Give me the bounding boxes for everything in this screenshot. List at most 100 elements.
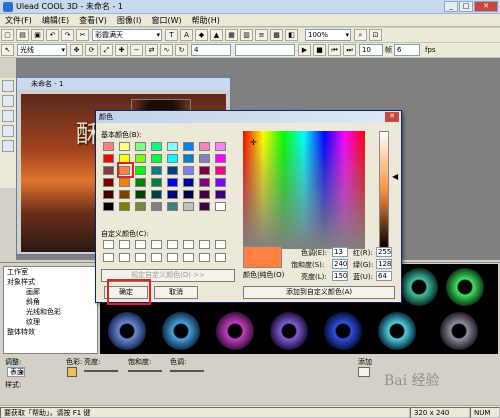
custom-color-swatch[interactable]: [119, 253, 130, 262]
basic-color-swatch[interactable]: [135, 142, 146, 151]
reverse-icon[interactable]: ⇄: [145, 44, 158, 56]
minimize-button[interactable]: _: [444, 1, 458, 12]
basic-color-swatch[interactable]: [151, 190, 162, 199]
blue-field[interactable]: 64: [376, 271, 392, 281]
basic-color-swatch[interactable]: [199, 190, 210, 199]
basic-color-swatch[interactable]: [135, 190, 146, 199]
frame-count-spin[interactable]: 10: [359, 44, 383, 56]
tree-item-studio[interactable]: 工作室: [4, 267, 97, 277]
basic-color-swatch[interactable]: [119, 190, 130, 199]
basic-color-swatch[interactable]: [103, 178, 114, 187]
new-icon[interactable]: ▢: [1, 29, 14, 41]
menu-view[interactable]: 查看(V): [74, 15, 112, 26]
cut-icon[interactable]: ✂: [76, 29, 89, 41]
basic-color-swatch[interactable]: [167, 202, 178, 211]
text-icon[interactable]: T: [165, 29, 178, 41]
basic-color-swatch[interactable]: [199, 178, 210, 187]
basic-color-swatch[interactable]: [135, 166, 146, 175]
luminance-arrow-icon[interactable]: ◀: [392, 172, 398, 181]
basic-color-swatch[interactable]: [167, 178, 178, 187]
custom-color-swatch[interactable]: [183, 253, 194, 262]
basic-color-swatch[interactable]: [215, 202, 226, 211]
select-icon[interactable]: ↖: [1, 44, 14, 56]
custom-color-swatch[interactable]: [199, 240, 210, 249]
saturation-slider[interactable]: [128, 370, 162, 372]
dialog-close-icon[interactable]: ✕: [385, 112, 399, 122]
basic-color-swatch[interactable]: [119, 142, 130, 151]
basic-color-swatch[interactable]: [151, 154, 162, 163]
basic-color-swatch[interactable]: [103, 190, 114, 199]
size-tool-icon[interactable]: [2, 125, 14, 137]
zoom-tool-icon[interactable]: ⌕: [354, 29, 367, 41]
align-icon[interactable]: ≡: [255, 29, 268, 41]
basic-color-swatch[interactable]: [151, 142, 162, 151]
object-icon[interactable]: ◆: [195, 29, 208, 41]
plugin-icon[interactable]: ◧: [285, 29, 298, 41]
light-tool-icon[interactable]: [2, 140, 14, 152]
redo-icon[interactable]: ↷: [61, 29, 74, 41]
add-custom-color-button[interactable]: 添加到自定义颜色(A): [243, 286, 395, 299]
custom-color-swatch[interactable]: [215, 240, 226, 249]
menu-file[interactable]: 文件(F): [0, 15, 37, 26]
custom-color-swatch[interactable]: [167, 253, 178, 262]
tree-item-texture[interactable]: 纹理: [4, 317, 97, 327]
menu-help[interactable]: 帮助(H): [187, 15, 225, 26]
tree-item-object-style[interactable]: 对象样式: [4, 277, 97, 287]
gallery-thumb-8[interactable]: [446, 268, 484, 306]
tree-item-global-effects[interactable]: 整体特效: [4, 327, 97, 337]
zoom-combo[interactable]: 100%: [305, 29, 351, 41]
basic-color-swatch[interactable]: [167, 190, 178, 199]
basic-color-swatch[interactable]: [151, 166, 162, 175]
basic-color-swatch[interactable]: [199, 142, 210, 151]
basic-color-swatch[interactable]: [199, 154, 210, 163]
basic-color-swatch[interactable]: [151, 202, 162, 211]
basic-color-swatch[interactable]: [103, 142, 114, 151]
add-key-icon[interactable]: ✚: [115, 44, 128, 56]
basic-color-swatch[interactable]: [215, 190, 226, 199]
gallery-thumb-2[interactable]: [162, 312, 200, 350]
preset-combo[interactable]: 彩霞满天: [92, 29, 162, 41]
basic-color-swatch[interactable]: [183, 178, 194, 187]
basic-color-swatch[interactable]: [135, 178, 146, 187]
luminance-bar[interactable]: [379, 131, 389, 249]
add-icon[interactable]: [358, 367, 370, 377]
layout-icon[interactable]: ▥: [240, 29, 253, 41]
surface-combo[interactable]: 表面: [7, 367, 25, 377]
basic-color-swatch[interactable]: [183, 202, 194, 211]
gallery-thumb-6[interactable]: [378, 312, 416, 350]
green-field[interactable]: 128: [376, 259, 392, 269]
maximize-button[interactable]: □: [459, 1, 473, 12]
tree-item-light-color[interactable]: 光线和色彩: [4, 307, 97, 317]
fit-icon[interactable]: ⊡: [369, 29, 382, 41]
basic-color-swatch[interactable]: [215, 166, 226, 175]
custom-color-swatch[interactable]: [167, 240, 178, 249]
custom-color-swatch[interactable]: [103, 253, 114, 262]
play-icon[interactable]: ▶: [298, 44, 311, 56]
basic-color-swatch[interactable]: [119, 202, 130, 211]
first-frame-icon[interactable]: ⏮: [328, 44, 341, 56]
move-tool-icon[interactable]: [2, 95, 14, 107]
move-icon[interactable]: ✥: [70, 44, 83, 56]
rotate-icon[interactable]: ⟳: [85, 44, 98, 56]
basic-color-swatch[interactable]: [103, 166, 114, 175]
frame-spin[interactable]: 4: [191, 44, 231, 56]
gallery-thumb-7[interactable]: [400, 268, 438, 306]
save-icon[interactable]: ▣: [31, 29, 44, 41]
shape-icon[interactable]: ▲: [210, 29, 223, 41]
brightness-slider[interactable]: [84, 370, 118, 372]
basic-color-swatch[interactable]: [135, 154, 146, 163]
basic-color-swatch[interactable]: [199, 202, 210, 211]
hue-field[interactable]: 13: [332, 247, 348, 257]
lum-field[interactable]: 150: [332, 271, 348, 281]
menu-image[interactable]: 图像(I): [112, 15, 147, 26]
close-button[interactable]: ✕: [474, 1, 498, 12]
basic-color-swatch[interactable]: [119, 178, 130, 187]
basic-color-swatch[interactable]: [167, 142, 178, 151]
edit-text-icon[interactable]: A: [180, 29, 193, 41]
image-icon[interactable]: ▦: [225, 29, 238, 41]
select-tool-icon[interactable]: [2, 80, 14, 92]
custom-color-swatch[interactable]: [151, 253, 162, 262]
menu-window[interactable]: 窗口(W): [146, 15, 186, 26]
hue-slider[interactable]: [170, 370, 204, 372]
custom-color-swatch[interactable]: [135, 240, 146, 249]
